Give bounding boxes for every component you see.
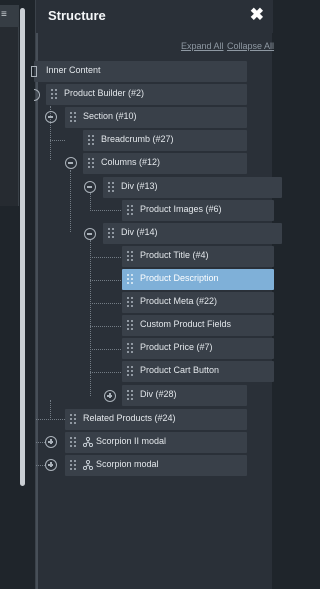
component-icon [83, 437, 93, 447]
tree-item-label: Product Meta (#22) [140, 296, 218, 306]
tree-item-label: Product Title (#4) [140, 250, 209, 260]
collapse-icon[interactable] [34, 89, 40, 101]
tree-item-scorpion-ii-modal[interactable]: Scorpion II modal [65, 432, 247, 453]
drag-handle-icon[interactable] [70, 414, 76, 425]
drag-handle-icon[interactable] [127, 343, 133, 354]
tree-item-section[interactable]: Section (#10) [65, 107, 247, 128]
collapse-icon[interactable] [84, 181, 96, 193]
tree-connector [36, 442, 45, 443]
expand-icon[interactable] [45, 436, 57, 448]
tree-connector [90, 349, 121, 350]
left-scrollbar[interactable] [20, 8, 25, 486]
tree-connector [90, 303, 121, 304]
drag-handle-icon[interactable] [70, 460, 76, 471]
tree-item-label: Product Cart Button [140, 365, 220, 375]
tree-item-label: Related Products (#24) [83, 413, 176, 423]
drag-handle-icon[interactable] [51, 89, 57, 100]
tree-connector [90, 280, 121, 281]
tree-item-label: Inner Content [46, 65, 101, 75]
tree-item-label: Div (#13) [121, 181, 158, 191]
left-panel-tab[interactable]: ≡ [0, 5, 19, 27]
drag-handle-icon[interactable] [108, 182, 114, 193]
collapse-icon[interactable] [65, 157, 77, 169]
tree-item-label: Scorpion modal [96, 459, 159, 469]
drag-handle-icon[interactable] [70, 112, 76, 123]
tree-item-product-price[interactable]: Product Price (#7) [122, 338, 274, 359]
tree-item-label: Columns (#12) [101, 157, 161, 167]
drag-handle-icon[interactable] [88, 158, 94, 169]
tree-item-scorpion-modal[interactable]: Scorpion modal [65, 455, 247, 476]
tree-item-label: Breadcrumb (#27) [101, 134, 174, 144]
expand-icon[interactable] [104, 390, 116, 402]
tree-connector [90, 257, 121, 258]
tree-item-div-13[interactable]: Div (#13) [103, 177, 282, 198]
tree-item-label: Product Images (#6) [140, 204, 222, 214]
drag-handle-icon[interactable] [88, 135, 94, 146]
drag-handle-icon[interactable] [108, 228, 114, 239]
tree-connector [36, 465, 45, 466]
tree-item-label: Custom Product Fields [140, 319, 232, 329]
drag-handle-icon[interactable] [127, 320, 133, 331]
tree-item-div-14[interactable]: Div (#14) [103, 223, 282, 244]
tree-item-div-28[interactable]: Div (#28) [122, 385, 247, 406]
tree-item-product-images[interactable]: Product Images (#6) [122, 200, 274, 221]
tree-connector [70, 170, 71, 232]
tree-item-columns[interactable]: Columns (#12) [83, 153, 247, 174]
collapse-icon[interactable] [84, 228, 96, 240]
drag-handle-icon[interactable] [70, 437, 76, 448]
tree-connector [36, 419, 65, 420]
tree-item-product-description[interactable]: Product Description [122, 269, 274, 290]
tree-item-breadcrumb[interactable]: Breadcrumb (#27) [83, 130, 247, 151]
tree-item-product-builder[interactable]: Product Builder (#2) [46, 84, 247, 105]
structure-panel: Structure ✖ Expand All Collapse All Inne… [31, 0, 282, 589]
tree-connector [50, 140, 65, 141]
tree-item-related-products[interactable]: Related Products (#24) [65, 409, 247, 430]
collapse-icon[interactable] [45, 111, 57, 123]
tree-item-custom-product-fields[interactable]: Custom Product Fields [122, 315, 274, 336]
tree-item-product-title[interactable]: Product Title (#4) [122, 246, 274, 267]
menu-icon: ≡ [1, 9, 7, 20]
drag-handle-icon[interactable] [127, 274, 133, 285]
tree-connector [90, 193, 91, 211]
document-icon [31, 66, 37, 77]
tree-item-label: Scorpion II modal [96, 436, 167, 446]
tree-item-product-cart-button[interactable]: Product Cart Button [122, 361, 274, 382]
tree-item-label: Div (#14) [121, 227, 158, 237]
tree-item-product-meta[interactable]: Product Meta (#22) [122, 292, 274, 313]
drag-handle-icon[interactable] [127, 366, 133, 377]
tree-connector [50, 400, 51, 420]
drag-handle-icon[interactable] [127, 251, 133, 262]
component-icon [83, 460, 93, 470]
tree-item-label: Section (#10) [83, 111, 137, 121]
tree-item-inner-content[interactable]: Inner Content [31, 61, 247, 82]
tree-item-label: Div (#28) [140, 389, 177, 399]
drag-handle-icon[interactable] [127, 297, 133, 308]
tree-item-label: Product Description [140, 273, 219, 283]
tree-connector [90, 372, 121, 373]
drag-handle-icon[interactable] [127, 390, 133, 401]
drag-handle-icon[interactable] [127, 205, 133, 216]
left-panel: ≡ [0, 5, 19, 206]
tree-connector [90, 210, 121, 211]
expand-icon[interactable] [45, 459, 57, 471]
tree-item-label: Product Price (#7) [140, 342, 213, 352]
structure-tree: Inner Content Product Builder (#2) Secti… [31, 0, 282, 589]
tree-connector [90, 326, 121, 327]
tree-item-label: Product Builder (#2) [64, 88, 145, 98]
